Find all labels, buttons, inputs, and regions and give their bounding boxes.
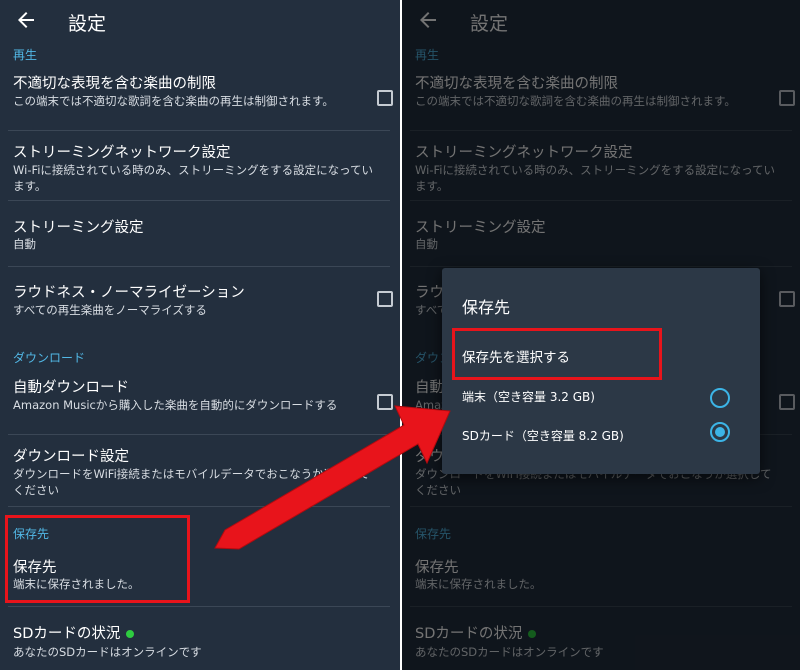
- red-arrow-icon: [214, 405, 451, 550]
